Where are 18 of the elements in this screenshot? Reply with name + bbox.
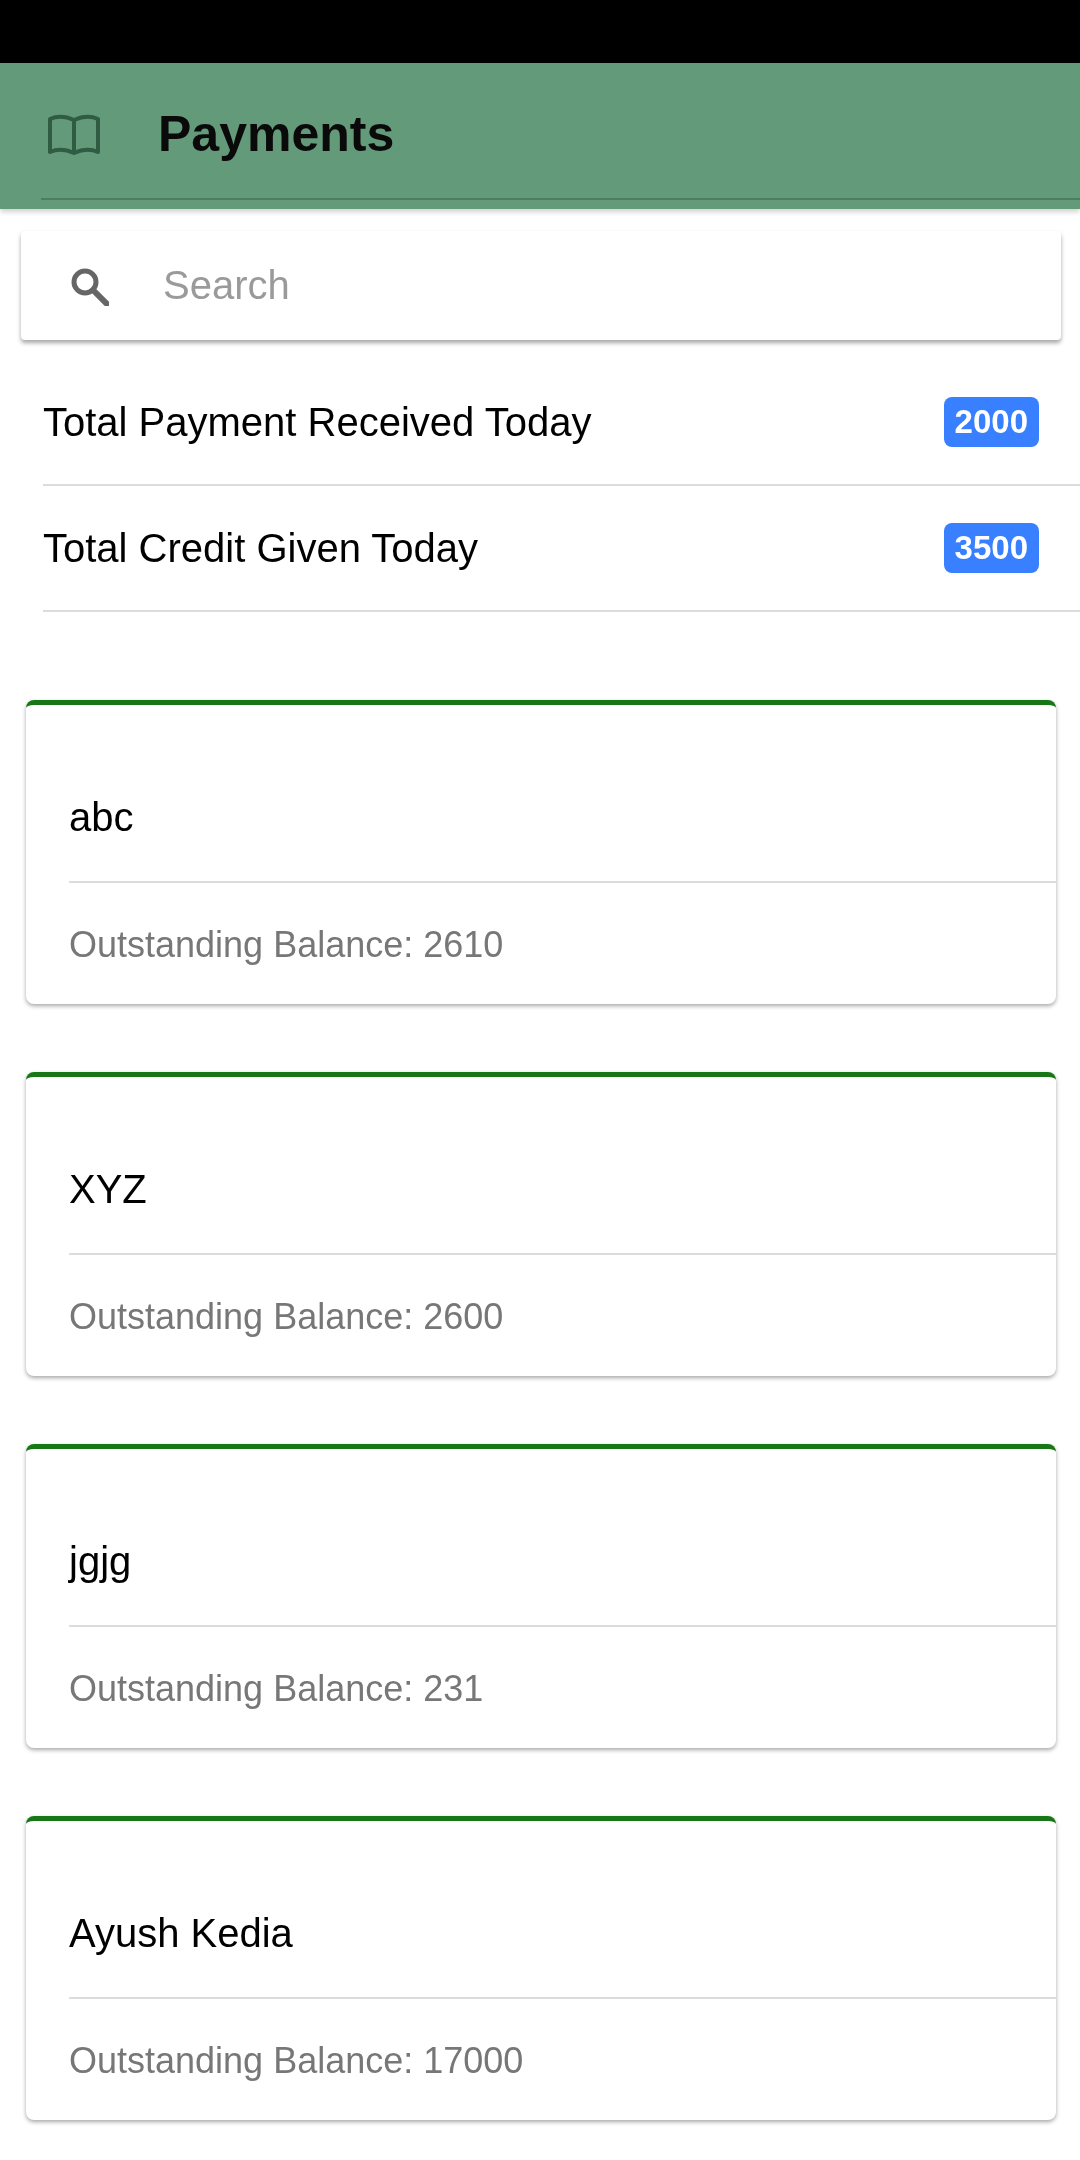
balance-text: Outstanding Balance: 2600 xyxy=(69,1296,504,1337)
customer-card[interactable]: XYZ Outstanding Balance: 2600 xyxy=(26,1072,1056,1376)
total-label: Total Payment Received Today xyxy=(43,399,592,446)
customer-name: Ayush Kedia xyxy=(69,1911,293,1955)
search-field[interactable]: Search xyxy=(163,255,1041,316)
total-label: Total Credit Given Today xyxy=(43,525,479,572)
customer-name: jgjg xyxy=(69,1539,132,1583)
customer-name: XYZ xyxy=(69,1167,147,1211)
customer-card[interactable]: jgjg Outstanding Balance: 231 xyxy=(26,1444,1056,1748)
balance-text: Outstanding Balance: 17000 xyxy=(69,2040,524,2081)
balance-text: Outstanding Balance: 231 xyxy=(69,1668,484,1709)
amount-badge: 3500 xyxy=(943,523,1039,573)
customer-name: abc xyxy=(69,795,134,839)
balance-text: Outstanding Balance: 2610 xyxy=(69,924,504,965)
amount-badge: 2000 xyxy=(943,397,1039,447)
page-title: Payments xyxy=(158,104,395,164)
customer-card[interactable]: abc Outstanding Balance: 2610 xyxy=(26,700,1056,1004)
customer-card[interactable]: Ayush Kedia Outstanding Balance: 17000 xyxy=(26,1816,1056,2120)
